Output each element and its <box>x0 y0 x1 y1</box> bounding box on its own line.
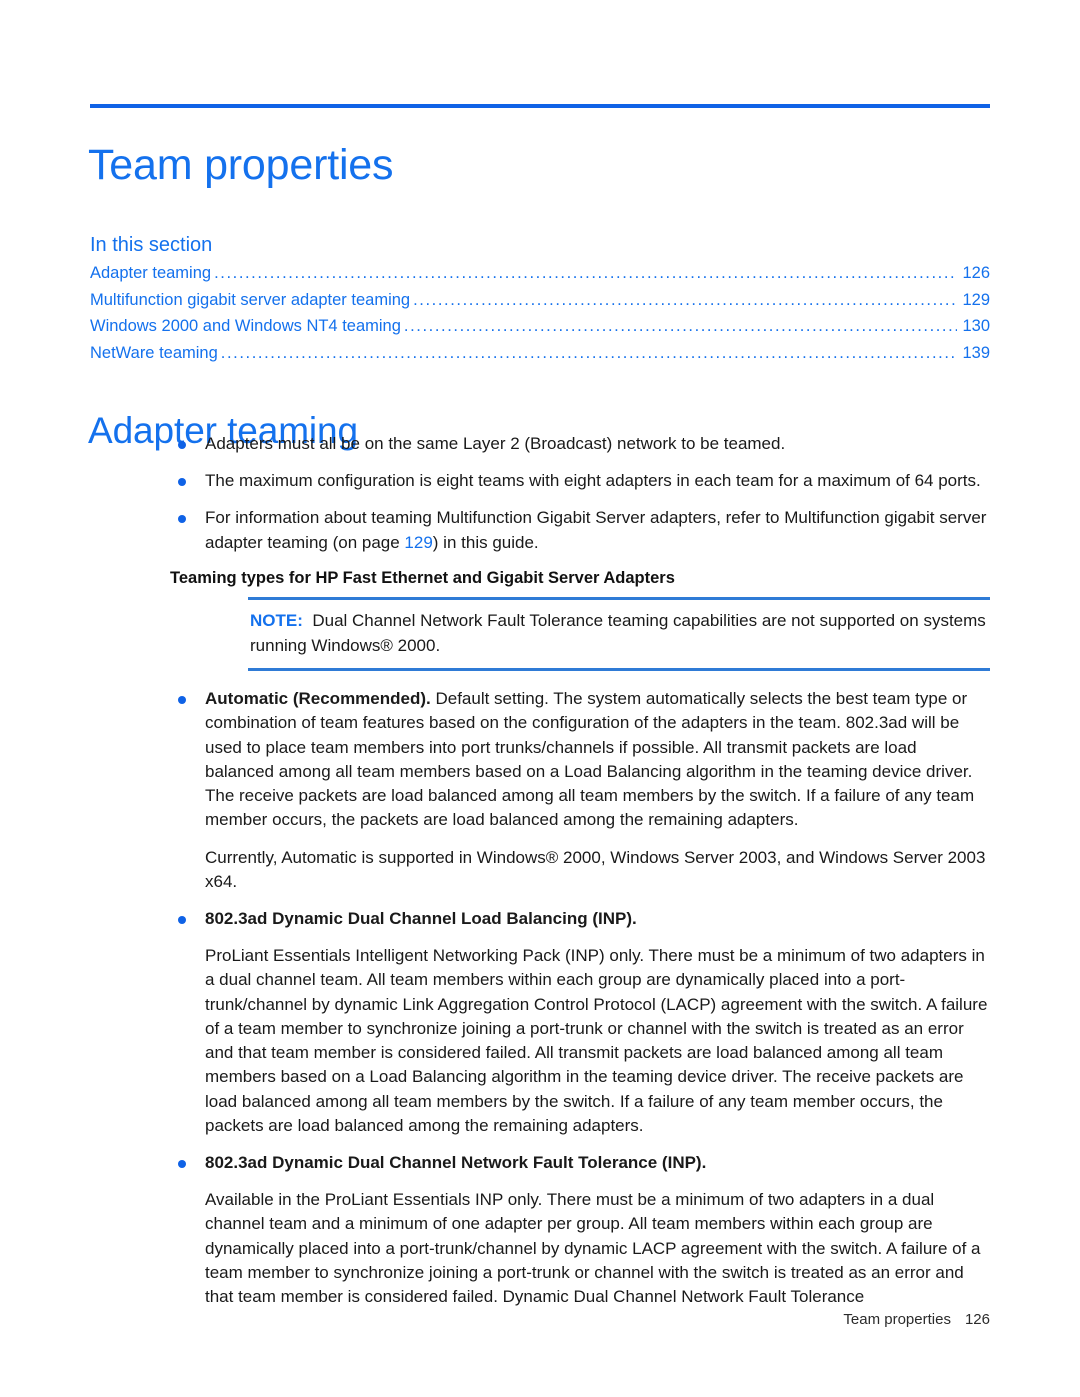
note-label: NOTE: <box>250 611 303 631</box>
paragraph-dynamic-dual-channel-load-balancing: ProLiant Essentials Intelligent Networki… <box>205 946 988 1135</box>
chapter-top-rule <box>90 104 990 108</box>
list-item-bold-lead: 802.3ad Dynamic Dual Channel Network Fau… <box>205 1152 707 1172</box>
toc-list: Adapter teaming 126 Multifunction gigabi… <box>90 260 990 367</box>
list-item: Adapters must all be on the same Layer 2… <box>0 432 1080 456</box>
toc-entry-page: 126 <box>962 264 990 282</box>
toc-leader-dots <box>221 340 957 367</box>
list-item-dynamic-dual-channel-network-fault-tolerance: 802.3ad Dynamic Dual Channel Network Fau… <box>0 1151 1080 1175</box>
list-item-body: Default setting. The system automaticall… <box>205 689 975 830</box>
cross-ref-page-link[interactable]: 129 <box>404 533 432 552</box>
list-item-text: Adapters must all be on the same Layer 2… <box>205 434 786 453</box>
toc-heading: In this section <box>90 234 213 256</box>
toc-entry-label: NetWare teaming <box>90 344 218 363</box>
toc-entry-label: Windows 2000 and Windows NT4 teaming <box>90 317 401 336</box>
toc-entry-page: 129 <box>962 290 990 309</box>
paragraph-automatic-support: Currently, Automatic is supported in Win… <box>205 847 986 891</box>
page-footer: Team properties 126 <box>0 1311 990 1328</box>
toc-entry-label: Multifunction gigabit server adapter tea… <box>90 290 411 309</box>
list-item-bold-lead: 802.3ad Dynamic Dual Channel Load Balanc… <box>205 909 637 928</box>
note-body: Dual Channel Network Fault Tolerance tea… <box>250 611 986 655</box>
toc-entry-label: Adapter teaming <box>90 264 212 282</box>
bullet-dot-icon <box>178 441 186 449</box>
bullet-dot-icon <box>178 515 186 524</box>
toc-entry-adapter-teaming[interactable]: Adapter teaming 126 <box>90 260 990 287</box>
document-page: Team properties In this section Adapter … <box>0 0 1080 1397</box>
list-item-text: Automatic (Recommended). Default setting… <box>205 687 990 832</box>
list-item-dynamic-dual-channel-load-balancing: 802.3ad Dynamic Dual Channel Load Balanc… <box>0 907 1080 931</box>
bullet-dot-icon <box>178 1159 186 1168</box>
toc-entry-netware-teaming[interactable]: NetWare teaming 139 <box>90 340 990 367</box>
toc-leader-dots <box>413 287 957 314</box>
cross-ref-text-after: ) in this guide. <box>432 532 539 552</box>
footer-chapter-name: Team properties <box>843 1311 951 1328</box>
note-text: NOTE: Dual Channel Network Fault Toleran… <box>248 609 990 658</box>
list-item-text: The maximum configuration is eight teams… <box>205 471 981 491</box>
list-item-text: For information about teaming Multifunct… <box>205 506 990 554</box>
list-item-automatic: Automatic (Recommended). Default setting… <box>0 687 1080 832</box>
cross-ref-text-before: For information about teaming Multifunct… <box>205 508 987 552</box>
toc-entry-page: 130 <box>962 317 990 336</box>
page-title: Team properties <box>88 140 394 189</box>
toc-entry-page: 139 <box>962 344 990 363</box>
subsection-heading-teaming-types: Teaming types for HP Fast Ethernet and G… <box>170 568 675 587</box>
toc-leader-dots <box>214 260 957 287</box>
paragraph-dynamic-dual-channel-network-fault-tolerance: Available in the ProLiant Essentials INP… <box>205 1190 981 1307</box>
list-item-text: 802.3ad Dynamic Dual Channel Network Fau… <box>205 1151 990 1175</box>
list-item-bold-lead: Automatic (Recommended). <box>205 689 431 709</box>
note-callout: NOTE: Dual Channel Network Fault Toleran… <box>248 597 990 672</box>
body-content: Adapters must all be on the same Layer 2… <box>0 432 1080 1322</box>
bullet-dot-icon <box>178 696 186 705</box>
bullet-dot-icon <box>178 478 186 487</box>
list-item: The maximum configuration is eight teams… <box>0 469 1080 493</box>
toc-entry-multifunction-gigabit-server-adapter-teaming[interactable]: Multifunction gigabit server adapter tea… <box>90 287 990 314</box>
bullet-dot-icon <box>178 916 186 924</box>
footer-page-number: 126 <box>964 1311 990 1328</box>
toc-leader-dots <box>404 313 957 340</box>
list-item-text: 802.3ad Dynamic Dual Channel Load Balanc… <box>205 907 990 931</box>
in-this-section-block: In this section Adapter teaming 126 Mult… <box>90 232 990 367</box>
list-item-with-cross-reference: For information about teaming Multifunct… <box>0 506 1080 554</box>
toc-entry-windows-2000-and-windows-nt4-teaming[interactable]: Windows 2000 and Windows NT4 teaming 130 <box>90 313 990 340</box>
